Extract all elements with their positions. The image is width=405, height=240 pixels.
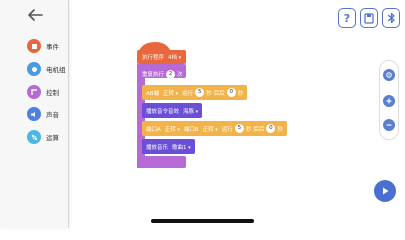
operator-icon	[27, 130, 41, 144]
repeat-suffix: 次	[177, 72, 183, 78]
zoom-controls	[379, 60, 399, 140]
event-icon	[27, 39, 41, 53]
zoom-in-button[interactable]	[383, 95, 395, 107]
motor-ab-run-label: 运行	[182, 90, 194, 97]
play-command-dropdown[interactable]: 海豚	[183, 107, 198, 115]
play-command-sound-block[interactable]: 播放音令音效 海豚	[142, 103, 203, 118]
motor-icon	[27, 62, 41, 76]
home-indicator	[151, 219, 254, 223]
repeat-block[interactable]: 重复执行 2 次	[137, 67, 188, 81]
plus-icon	[386, 98, 392, 104]
hat-block-dropdown[interactable]: 4档	[168, 53, 181, 61]
workspace[interactable]	[69, 0, 405, 228]
motor-a-direction1-dropdown[interactable]: 正转	[165, 125, 180, 133]
category-label: 声音	[46, 111, 59, 119]
category-sound[interactable]: 声音	[27, 106, 59, 122]
play-music-block[interactable]: 播放音乐 歌曲1	[142, 139, 195, 154]
motor-ab-time-input[interactable]: 5	[195, 88, 205, 97]
motor-a-power-input[interactable]: 0	[266, 124, 276, 133]
target-icon	[386, 72, 392, 78]
control-icon	[27, 85, 41, 99]
run-button[interactable]	[374, 180, 396, 202]
repeat-label: 重复执行	[142, 72, 165, 78]
repeat-count-input[interactable]: 2	[166, 69, 176, 79]
motor-ab-direction-dropdown[interactable]: 正转	[163, 89, 178, 97]
motor-ab-then-label: 后后	[213, 90, 225, 97]
hat-block-run-program[interactable]: 执行程序 4档	[137, 50, 187, 64]
bluetooth-icon	[387, 12, 395, 24]
category-event[interactable]: 事件	[27, 38, 59, 54]
save-button[interactable]	[360, 8, 378, 28]
category-control[interactable]: 控制	[27, 84, 59, 100]
help-icon: ?	[343, 11, 351, 25]
zoom-out-button[interactable]	[383, 119, 395, 131]
save-icon	[364, 12, 374, 24]
back-arrow-icon[interactable]	[26, 7, 44, 23]
category-motor[interactable]: 电机组	[27, 61, 66, 77]
play-music-dropdown[interactable]: 歌曲1	[172, 143, 191, 151]
motor-ab-port: AB端	[146, 90, 160, 97]
sound-icon	[27, 107, 41, 121]
motor-a-run-label: 运行	[221, 126, 233, 133]
motor-ab-block[interactable]: AB端 正转 运行 5 秒 后后 0 秒	[142, 85, 248, 100]
motor-a-block[interactable]: 端口A 正转 端口B 正转 运行 5 秒 后后 0 秒	[142, 121, 287, 136]
minus-icon	[386, 124, 392, 126]
category-label: 事件	[46, 43, 59, 51]
motor-a-port1: 端口A	[146, 126, 161, 133]
category-label: 电机组	[46, 66, 66, 74]
help-button[interactable]: ?	[338, 8, 356, 28]
motor-a-direction2-dropdown[interactable]: 正转	[203, 125, 218, 133]
motor-ab-sec-label: 秒	[206, 90, 212, 97]
hat-block-label: 执行程序	[142, 55, 165, 61]
bluetooth-button[interactable]	[382, 8, 400, 28]
motor-ab-power-input[interactable]: 0	[226, 88, 236, 97]
play-music-label: 播放音乐	[146, 144, 169, 151]
play-icon	[383, 187, 389, 195]
recenter-button[interactable]	[383, 69, 395, 81]
motor-a-sec-label: 秒	[245, 126, 252, 133]
motor-ab-unit-label: 秒	[237, 90, 244, 97]
motor-a-port2: 端口B	[183, 126, 199, 133]
play-command-label: 播放音令音效	[146, 108, 180, 115]
sidebar: 事件 电机组 控制 声音 运算	[0, 0, 69, 228]
category-label: 运算	[46, 134, 59, 142]
motor-a-time-input[interactable]: 5	[234, 124, 244, 133]
motor-a-then-label: 后后	[253, 126, 265, 133]
motor-a-unit-label: 秒	[277, 126, 283, 133]
category-label: 控制	[46, 89, 59, 97]
category-operator[interactable]: 运算	[27, 129, 59, 145]
